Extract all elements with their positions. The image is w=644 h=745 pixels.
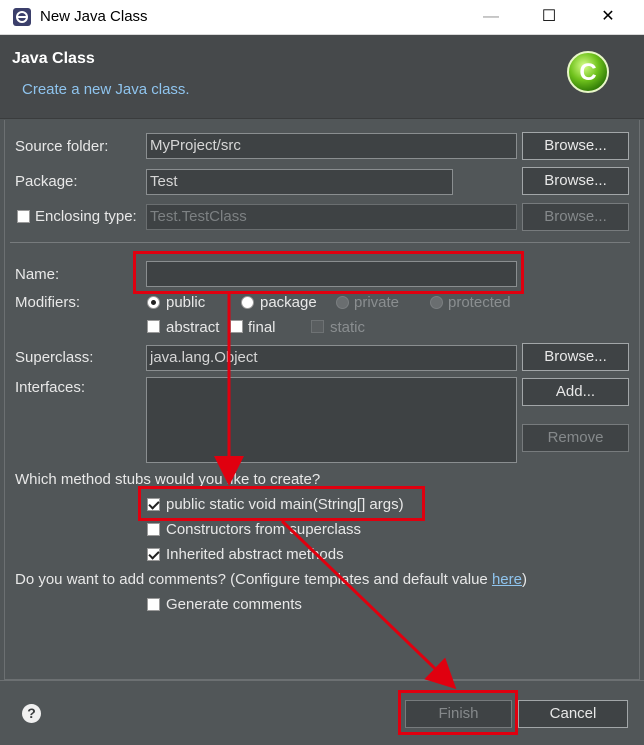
annotation-arrows bbox=[214, 294, 457, 690]
arrow-stub-to-finish bbox=[280, 519, 457, 690]
